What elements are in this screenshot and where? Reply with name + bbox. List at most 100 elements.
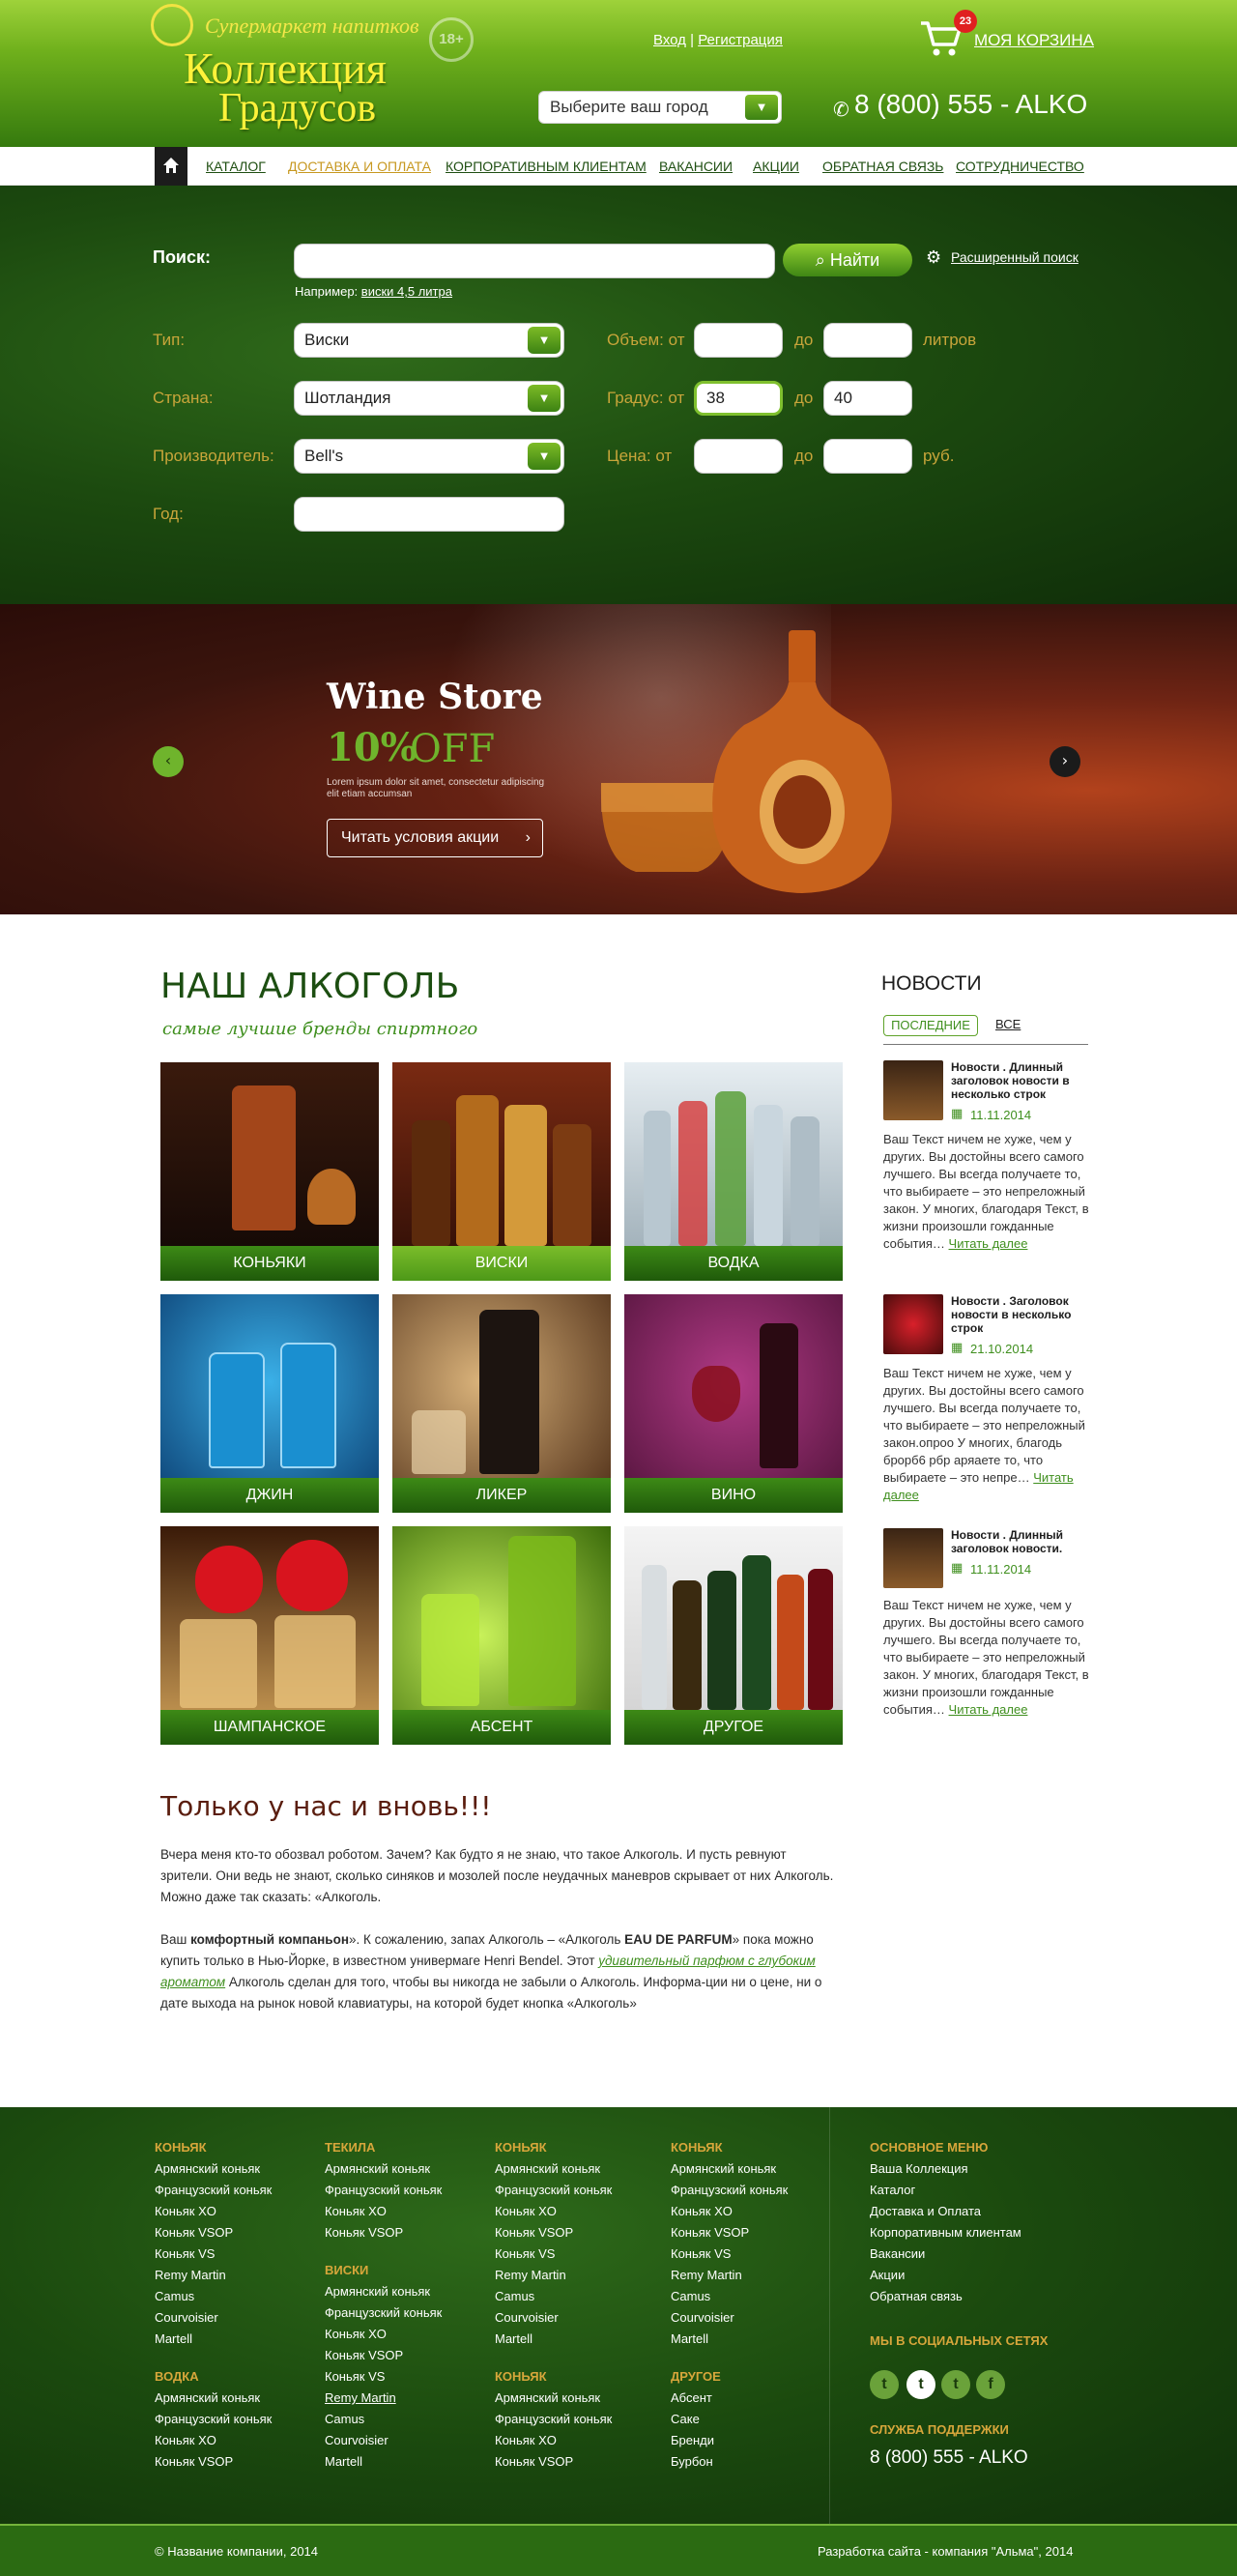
footer-link[interactable]: Remy Martin (325, 2388, 442, 2409)
footer-link[interactable]: Акции (870, 2265, 1021, 2286)
advanced-search-link[interactable]: Расширенный поиск (951, 249, 1079, 265)
search-input[interactable] (294, 244, 775, 278)
footer-link[interactable]: Courvoisier (155, 2307, 272, 2329)
footer-link[interactable]: Коньяк XO (155, 2430, 272, 2451)
footer-link[interactable]: Courvoisier (325, 2430, 442, 2451)
degree-from-input[interactable] (694, 381, 783, 416)
category-tile-gin[interactable]: ДЖИН (160, 1294, 379, 1513)
footer-link[interactable]: Коньяк VSOP (671, 2222, 788, 2243)
news-thumbnail[interactable] (883, 1528, 943, 1588)
read-more-link[interactable]: Читать далее (949, 1236, 1028, 1251)
footer-link[interactable]: Коньяк XO (495, 2430, 612, 2451)
footer-link[interactable]: Camus (671, 2286, 788, 2307)
support-phone[interactable]: 8 (800) 555 - ALKO (870, 2447, 1028, 2469)
logo-title-line2[interactable]: Градусов (218, 85, 376, 131)
logo-tagline[interactable]: Супермаркет напитков (205, 14, 419, 39)
category-tile-champagne[interactable]: ШАМПАНСКОЕ (160, 1526, 379, 1745)
footer-link[interactable]: Коньяк XO (325, 2201, 442, 2222)
footer-link[interactable]: Французский коньяк (155, 2409, 272, 2430)
footer-link[interactable]: Camus (495, 2286, 612, 2307)
news-thumbnail[interactable] (883, 1060, 943, 1120)
news-item-title[interactable]: Новости . Длинный заголовок новости в не… (951, 1060, 1079, 1101)
login-link[interactable]: Вход (653, 32, 686, 48)
footer-link[interactable]: Саке (671, 2409, 788, 2430)
chevron-down-icon[interactable]: ▼ (528, 385, 561, 412)
footer-link[interactable]: Армянский коньяк (325, 2158, 442, 2180)
footer-link[interactable]: Martell (671, 2329, 788, 2350)
footer-link[interactable]: Коньяк VS (325, 2366, 442, 2388)
tab-all[interactable]: ВСЕ (995, 1017, 1021, 1031)
twitter-icon[interactable]: t (906, 2370, 935, 2399)
type-select[interactable]: Виски ▼ (294, 323, 564, 358)
tab-latest[interactable]: ПОСЛЕДНИЕ (883, 1015, 978, 1036)
news-item-title[interactable]: Новости . Заголовок новости в несколько … (951, 1294, 1079, 1335)
footer-link[interactable]: Camus (155, 2286, 272, 2307)
city-select[interactable]: Выберите ваш город ▼ (538, 91, 782, 124)
footer-link[interactable]: Корпоративным клиентам (870, 2222, 1021, 2243)
news-thumbnail[interactable] (883, 1294, 943, 1354)
footer-link[interactable]: Французский коньяк (325, 2302, 442, 2324)
footer-link[interactable]: Коньяк XO (155, 2201, 272, 2222)
developer-credit[interactable]: Разработка сайта - компания "Альма", 201… (818, 2544, 1073, 2559)
footer-link[interactable]: Абсент (671, 2388, 788, 2409)
category-tile-whisky[interactable]: ВИСКИ (392, 1062, 611, 1281)
footer-link[interactable]: Коньяк VSOP (495, 2451, 612, 2473)
footer-link[interactable]: Армянский коньяк (671, 2158, 788, 2180)
find-button[interactable]: ⌕ Найти (783, 244, 912, 276)
nav-item-feedback[interactable]: ОБРАТНАЯ СВЯЗЬ (822, 159, 943, 174)
footer-link[interactable]: Армянский коньяк (155, 2388, 272, 2409)
footer-link[interactable]: Remy Martin (671, 2265, 788, 2286)
category-tile-absinthe[interactable]: АБСЕНТ (392, 1526, 611, 1745)
cart-link[interactable]: МОЯ КОРЗИНА (974, 31, 1094, 50)
footer-link[interactable]: Remy Martin (495, 2265, 612, 2286)
country-select[interactable]: Шотландия ▼ (294, 381, 564, 416)
category-tile-cognac[interactable]: КОНЬЯКИ (160, 1062, 379, 1281)
register-link[interactable]: Регистрация (698, 32, 783, 48)
footer-link[interactable]: Вакансии (870, 2243, 1021, 2265)
tumblr-icon[interactable]: t (941, 2370, 970, 2399)
year-input[interactable] (294, 497, 564, 532)
footer-link[interactable]: Коньяк XO (495, 2201, 612, 2222)
footer-link[interactable]: Courvoisier (671, 2307, 788, 2329)
footer-link[interactable]: Courvoisier (495, 2307, 612, 2329)
slider-prev-button[interactable]: ‹ (153, 746, 184, 777)
footer-link[interactable]: Французский коньяк (495, 2409, 612, 2430)
footer-link[interactable]: Коньяк XO (325, 2324, 442, 2345)
footer-link[interactable]: Коньяк VS (671, 2243, 788, 2265)
chevron-down-icon[interactable]: ▼ (528, 327, 561, 354)
footer-link[interactable]: Бренди (671, 2430, 788, 2451)
footer-link[interactable]: Обратная связь (870, 2286, 1021, 2307)
footer-link[interactable]: Каталог (870, 2180, 1021, 2201)
chevron-down-icon[interactable]: ▼ (745, 95, 778, 120)
degree-to-input[interactable] (823, 381, 912, 416)
footer-link[interactable]: Коньяк VS (155, 2243, 272, 2265)
footer-link[interactable]: Коньяк VSOP (325, 2222, 442, 2243)
price-from-input[interactable] (694, 439, 783, 474)
nav-item-delivery[interactable]: ДОСТАВКА И ОПЛАТА (288, 159, 431, 174)
footer-link[interactable]: Армянский коньяк (495, 2158, 612, 2180)
volume-from-input[interactable] (694, 323, 783, 358)
footer-link[interactable]: Доставка и Оплата (870, 2201, 1021, 2222)
search-example-link[interactable]: виски 4,5 литра (361, 284, 452, 299)
footer-link[interactable]: Martell (495, 2329, 612, 2350)
footer-link[interactable]: Французский коньяк (325, 2180, 442, 2201)
footer-link[interactable]: Коньяк VSOP (155, 2222, 272, 2243)
news-item-title[interactable]: Новости . Длинный заголовок новости. (951, 1528, 1079, 1555)
header-phone[interactable]: 8 (800) 555 - ALKO (854, 89, 1087, 120)
facebook-icon[interactable]: f (976, 2370, 1005, 2399)
footer-link[interactable]: Французский коньяк (155, 2180, 272, 2201)
footer-link[interactable]: Французский коньяк (671, 2180, 788, 2201)
volume-to-input[interactable] (823, 323, 912, 358)
footer-link[interactable]: Martell (155, 2329, 272, 2350)
footer-link[interactable]: Camus (325, 2409, 442, 2430)
category-tile-wine[interactable]: ВИНО (624, 1294, 843, 1513)
category-tile-vodka[interactable]: ВОДКА (624, 1062, 843, 1281)
footer-link[interactable]: Коньяк XO (671, 2201, 788, 2222)
maker-select[interactable]: Bell's ▼ (294, 439, 564, 474)
category-tile-liqueur[interactable]: ЛИКЕР (392, 1294, 611, 1513)
footer-link[interactable]: Martell (325, 2451, 442, 2473)
nav-item-catalog[interactable]: КАТАЛОГ (206, 159, 266, 174)
chevron-down-icon[interactable]: ▼ (528, 443, 561, 470)
twitter-icon[interactable]: t (870, 2370, 899, 2399)
promo-terms-button[interactable]: Читать условия акции › (327, 819, 543, 857)
